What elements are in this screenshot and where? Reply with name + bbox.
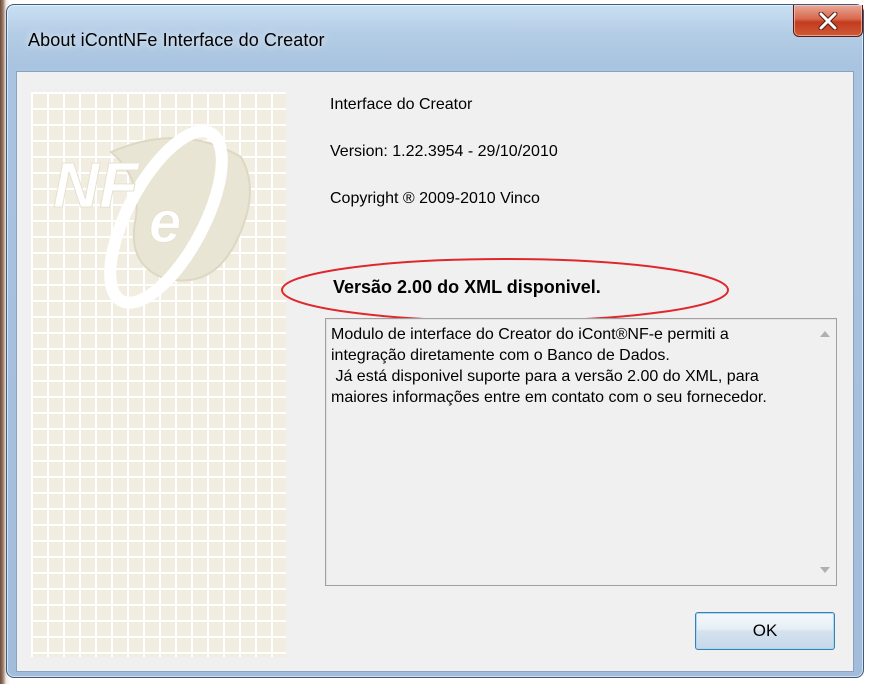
close-button[interactable]	[793, 5, 863, 37]
description-textbox[interactable]: Modulo de interface do Creator do iCont®…	[325, 318, 837, 586]
copyright-label: Copyright ® 2009-2010 Vinco	[330, 190, 540, 207]
window-title: About iContNFe Interface do Creator	[28, 30, 325, 50]
ok-button[interactable]: OK	[695, 612, 835, 650]
nfe-logo-panel: NF e	[31, 92, 286, 657]
scroll-down-arrow-icon	[820, 567, 830, 573]
title-bar[interactable]: About iContNFe Interface do Creator	[7, 5, 863, 71]
svg-text:e: e	[149, 190, 181, 255]
version-label: Version: 1.22.3954 - 29/10/2010	[330, 143, 558, 160]
product-name-label: Interface do Creator	[330, 96, 473, 113]
about-dialog: About iContNFe Interface do Creator NF e…	[6, 4, 864, 678]
xml-available-label: Versão 2.00 do XML disponivel.	[333, 277, 601, 297]
svg-text:NF: NF	[53, 149, 140, 221]
description-text: Modulo de interface do Creator do iCont®…	[331, 326, 767, 406]
scroll-up-button[interactable]	[814, 323, 836, 345]
close-icon	[818, 11, 838, 30]
description-scrollbar[interactable]	[814, 319, 836, 585]
scroll-up-arrow-icon	[820, 331, 830, 337]
nfe-logo-icon: NF e	[53, 125, 251, 309]
dialog-client-area: NF e Interface do Creator Version: 1.22.…	[16, 71, 854, 672]
scroll-down-button[interactable]	[814, 559, 836, 581]
